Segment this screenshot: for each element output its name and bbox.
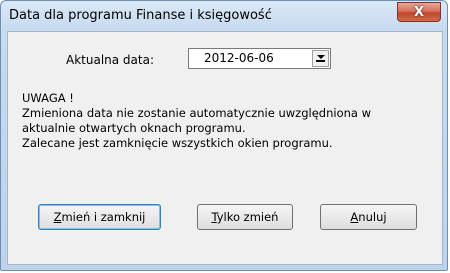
warning-line: aktualnie otwartych oknach programu.	[22, 121, 246, 135]
change-and-close-label: Zmień i zamknij	[53, 210, 146, 224]
cancel-button[interactable]: Anuluj	[320, 204, 417, 230]
dialog-window: Data dla programu Finanse i księgowość X…	[0, 0, 448, 271]
date-picker[interactable]: 2012-06-06	[188, 48, 331, 69]
change-only-button[interactable]: Tylko zmień	[197, 204, 293, 230]
warning-line: Zmieniona data nie zostanie automatyczni…	[22, 106, 372, 120]
cancel-label: Anuluj	[350, 210, 387, 224]
date-value: 2012-06-06	[204, 51, 274, 65]
warning-heading: UWAGA !	[22, 91, 74, 105]
close-icon: X	[413, 4, 425, 20]
date-label: Aktualna data:	[66, 53, 155, 67]
close-button[interactable]: X	[397, 2, 441, 22]
dropdown-underline	[316, 60, 325, 62]
chevron-down-icon	[316, 55, 325, 59]
change-and-close-button[interactable]: Zmień i zamknij	[38, 204, 161, 230]
warning-line: Zalecane jest zamknięcie wszystkich okie…	[22, 136, 333, 150]
date-dropdown-button[interactable]	[312, 50, 329, 67]
dialog-client-area: Aktualna data: 2012-06-06 UWAGA ! Zmieni…	[7, 31, 443, 265]
change-only-label: Tylko zmień	[211, 210, 279, 224]
window-title: Data dla programu Finanse i księgowość	[9, 8, 272, 23]
warning-message: UWAGA ! Zmieniona data nie zostanie auto…	[22, 91, 438, 151]
